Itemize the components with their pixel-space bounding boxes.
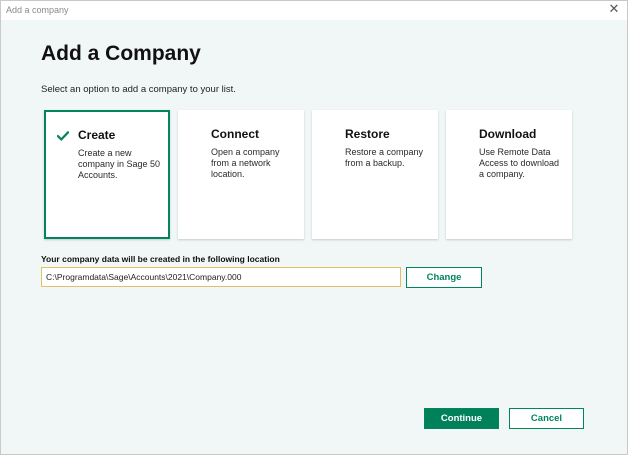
- continue-button[interactable]: Continue: [424, 408, 499, 429]
- option-heading: Restore: [345, 127, 390, 141]
- option-heading: Connect: [211, 127, 259, 141]
- option-heading: Download: [479, 127, 537, 141]
- close-icon[interactable]: ✕: [607, 3, 621, 17]
- option-description: Open a company from a network location.: [211, 147, 280, 179]
- title-bar: Add a company ✕: [1, 1, 627, 20]
- window-title: Add a company: [6, 5, 69, 15]
- cancel-button[interactable]: Cancel: [509, 408, 584, 429]
- option-description: Restore a company from a backup.: [345, 147, 424, 168]
- option-card-connect[interactable]: Connect Open a company from a network lo…: [178, 110, 304, 239]
- option-description: Create a new company in Sage 50 Accounts…: [78, 148, 161, 180]
- option-card-restore[interactable]: Restore Restore a company from a backup.: [312, 110, 438, 239]
- change-button[interactable]: Change: [406, 267, 482, 288]
- option-card-create[interactable]: Create Create a new company in Sage 50 A…: [44, 110, 170, 239]
- location-label: Your company data will be created in the…: [41, 254, 280, 264]
- page-subtitle: Select an option to add a company to you…: [41, 84, 236, 95]
- company-path-input[interactable]: [41, 267, 401, 287]
- option-card-download[interactable]: Download Use Remote Data Access to downl…: [446, 110, 572, 239]
- checkmark-icon: [57, 131, 69, 141]
- option-heading: Create: [78, 128, 116, 142]
- page-title: Add a Company: [41, 42, 201, 65]
- option-description: Use Remote Data Access to download a com…: [479, 147, 560, 179]
- add-company-dialog: Add a company ✕ Add a Company Select an …: [0, 0, 628, 455]
